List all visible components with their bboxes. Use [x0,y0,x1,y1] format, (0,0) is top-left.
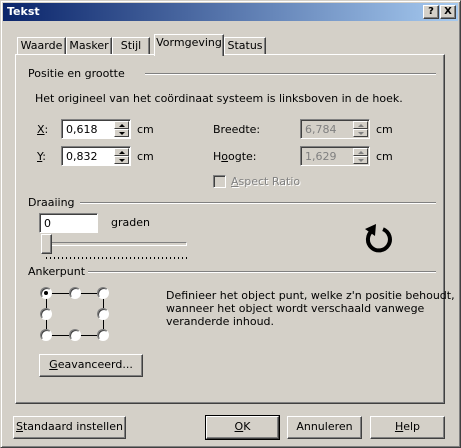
rotation-slider-track[interactable] [41,242,187,246]
aspect-ratio-checkbox [213,175,226,188]
group-label-position: Positie en grootte [28,67,128,80]
set-defaults-button[interactable]: Standaard instellen [13,416,126,439]
aspect-ratio-label: Aspect Ratio [231,175,301,188]
x-stepper[interactable]: 0,618 [61,119,131,139]
tab-masker[interactable]: Masker [66,37,112,55]
rotation-slider-ticks [46,257,188,259]
coordinate-info-text: Het origineel van het coördinaat systeem… [35,92,403,105]
width-stepper: 6,784 [300,119,370,139]
anchor-top-center-radio[interactable] [69,287,81,299]
group-divider [87,271,436,273]
height-label: Hoogte: [213,150,257,163]
x-value: 0,618 [66,123,98,136]
title-bar[interactable]: Tekst ? X [3,3,458,21]
group-divider [145,73,436,75]
y-stepper[interactable]: 0,832 [61,146,131,166]
group-label-anchor: Ankerpunt [28,265,89,278]
width-unit: cm [376,123,393,136]
x-unit: cm [137,123,154,136]
height-value: 1,629 [305,150,337,163]
width-increment-button [353,121,368,129]
anchor-middle-left-radio[interactable] [40,308,52,320]
height-increment-button [353,148,368,156]
rotation-input[interactable]: 0 [39,213,98,233]
x-decrement-button[interactable] [114,129,129,137]
anchor-bottom-right-radio[interactable] [97,329,109,341]
rotation-slider-thumb[interactable] [41,234,52,254]
cancel-button[interactable]: Annuleren [287,416,362,439]
anchor-description-line: veranderde inhoud. [166,315,275,328]
anchor-bottom-left-radio[interactable] [40,329,52,341]
anchor-middle-right-radio[interactable] [97,308,109,320]
rotation-value: 0 [44,217,51,230]
tab-status[interactable]: Status [224,37,266,55]
window-title: Tekst [7,5,40,18]
anchor-bottom-center-radio[interactable] [69,329,81,341]
group-divider [80,202,436,204]
x-label: X: [37,123,49,136]
y-label: Y: [37,150,46,163]
tab-stijl[interactable]: Stijl [112,37,150,55]
anchor-top-left-radio[interactable] [40,287,52,299]
help-button[interactable]: Help [370,416,445,439]
anchor-top-right-radio[interactable] [97,287,109,299]
help-title-button[interactable]: ? [423,5,439,19]
advanced-button[interactable]: Geavanceerd... [39,354,143,377]
anchor-description-line: wanneer het object wordt verschaald vanw… [166,302,425,315]
y-value: 0,832 [66,150,98,163]
x-increment-button[interactable] [114,121,129,129]
width-label: Breedte: [213,123,261,136]
close-button[interactable]: X [440,5,456,19]
tab-vormgeving[interactable]: Vormgeving [154,34,224,56]
group-label-rotation: Draaiing [28,196,78,209]
ok-button[interactable]: OK [205,415,280,440]
height-decrement-button [353,156,368,164]
tab-waarde[interactable]: Waarde [17,37,66,55]
height-stepper: 1,629 [300,146,370,166]
width-decrement-button [353,129,368,137]
rotate-icon [362,222,396,256]
height-unit: cm [376,150,393,163]
width-value: 6,784 [305,123,337,136]
anchor-description-line: Definieer het object punt, welke z'n pos… [166,289,455,302]
rotation-unit: graden [111,216,150,229]
y-increment-button[interactable] [114,148,129,156]
y-decrement-button[interactable] [114,156,129,164]
y-unit: cm [137,150,154,163]
